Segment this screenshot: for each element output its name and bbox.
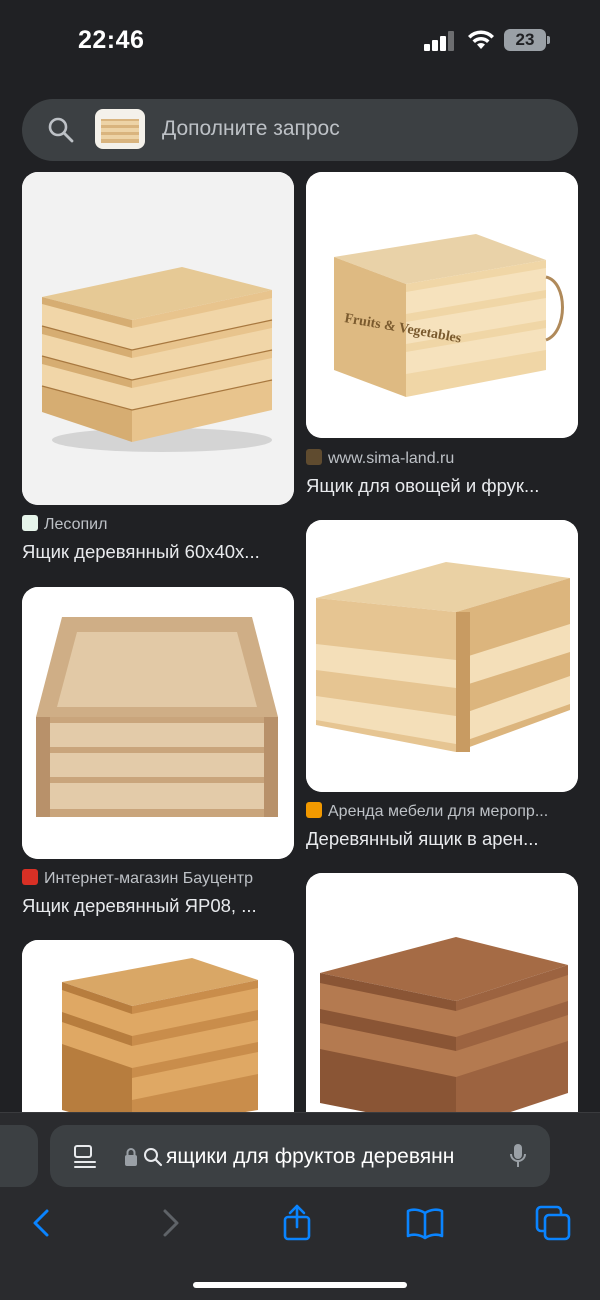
home-indicator xyxy=(193,1282,407,1288)
result-title[interactable]: Ящик деревянный 60х40х... xyxy=(22,541,294,563)
result-image-card[interactable]: Fruits & Vegetables xyxy=(306,172,578,438)
search-image-thumbnail[interactable] xyxy=(95,109,145,149)
status-time: 22:46 xyxy=(78,26,145,54)
crate-image: Fruits & Vegetables xyxy=(306,172,578,438)
address-bar[interactable]: ящики для фруктов деревянн xyxy=(50,1125,550,1187)
result-source-label[interactable]: www.sima-land.ru xyxy=(328,450,454,467)
browser-toolbar: ящики для фруктов деревянн xyxy=(0,1112,600,1300)
result-image-card[interactable] xyxy=(22,940,294,1130)
favicon-icon xyxy=(306,449,322,465)
search-icon xyxy=(144,1148,163,1167)
result-title[interactable]: Ящик деревянный ЯР08, ... xyxy=(22,895,294,917)
result-image-card[interactable] xyxy=(22,587,294,859)
result-source[interactable]: Аренда мебели для меропр... xyxy=(306,802,578,821)
forward-icon[interactable] xyxy=(150,1203,190,1243)
search-bar[interactable]: Дополните запрос xyxy=(22,99,578,161)
favicon-icon xyxy=(22,869,38,885)
cellular-signal-icon xyxy=(424,31,456,51)
bookmarks-icon[interactable] xyxy=(405,1203,445,1243)
result-source[interactable]: Лесопил xyxy=(22,515,294,534)
favicon-icon xyxy=(306,802,322,818)
result-title[interactable]: Деревянный ящик в арен... xyxy=(306,828,568,850)
battery-tip xyxy=(547,36,550,44)
result-image-card[interactable] xyxy=(306,873,578,1130)
address-text[interactable]: ящики для фруктов деревянн xyxy=(166,1145,488,1169)
microphone-icon[interactable] xyxy=(508,1142,528,1170)
result-source[interactable]: Интернет-магазин Бауцентр xyxy=(22,869,294,888)
share-icon[interactable] xyxy=(277,1203,317,1243)
crate-image xyxy=(306,873,578,1130)
result-source-label[interactable]: Аренда мебели для меропр... xyxy=(328,803,548,820)
wifi-icon xyxy=(468,30,494,49)
result-source[interactable]: www.sima-land.ru xyxy=(306,449,578,468)
status-bar: 22:46 23 xyxy=(0,0,600,82)
battery-icon: 23 xyxy=(504,29,546,51)
crate-image xyxy=(22,940,294,1130)
result-source-label[interactable]: Интернет-магазин Бауцентр xyxy=(44,870,253,887)
search-icon[interactable] xyxy=(46,115,76,145)
crate-image xyxy=(22,172,294,505)
result-image-card[interactable] xyxy=(22,172,294,505)
result-image-card[interactable] xyxy=(306,520,578,792)
favicon-icon xyxy=(22,515,38,531)
previous-tab-preview[interactable] xyxy=(0,1125,38,1187)
page-menu-icon[interactable] xyxy=(72,1143,98,1169)
crate-image xyxy=(22,587,294,859)
result-title[interactable]: Ящик для овощей и фрук... xyxy=(306,475,568,497)
tabs-icon[interactable] xyxy=(533,1203,573,1243)
result-source-label[interactable]: Лесопил xyxy=(44,516,107,533)
crate-image xyxy=(306,520,578,792)
search-placeholder[interactable]: Дополните запрос xyxy=(162,117,340,141)
back-icon[interactable] xyxy=(22,1203,62,1243)
lock-icon xyxy=(125,1148,137,1166)
